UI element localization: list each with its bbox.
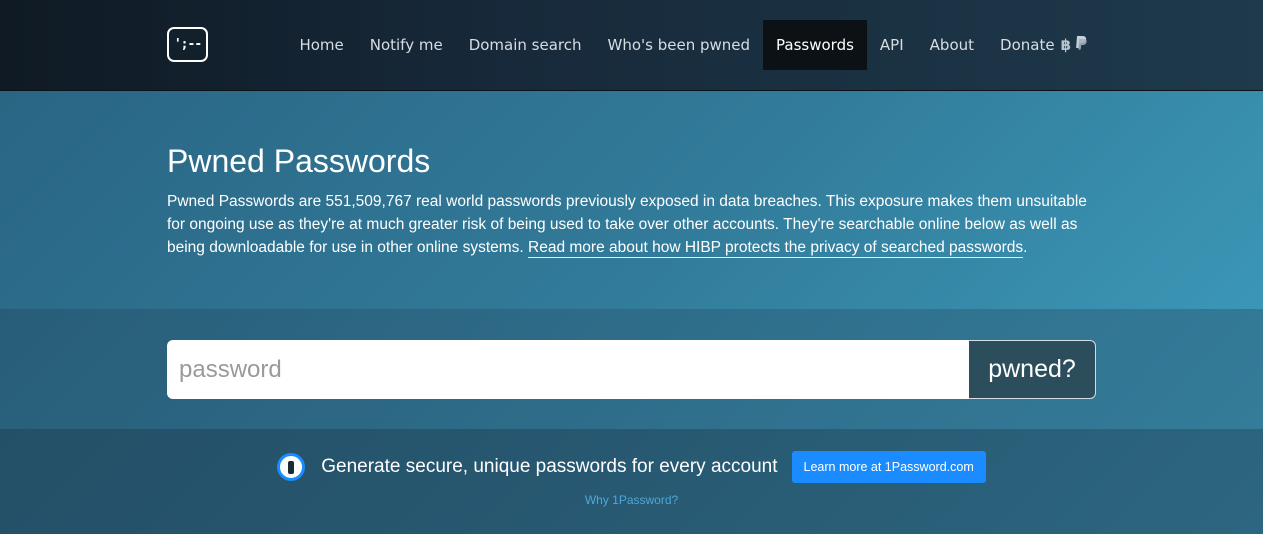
pwned-button[interactable]: pwned?	[969, 340, 1096, 399]
donate-label: Donate	[1000, 36, 1055, 54]
nav-item-passwords[interactable]: Passwords	[763, 20, 867, 70]
nav-item-domain-search[interactable]: Domain search	[456, 20, 595, 70]
why-1password-link[interactable]: Why 1Password?	[0, 493, 1263, 507]
nav-item-notify-me[interactable]: Notify me	[357, 20, 456, 70]
password-input[interactable]	[167, 340, 969, 399]
navbar: ';-- Home Notify me Domain search Who's …	[0, 0, 1263, 91]
hero-text-end: .	[1023, 239, 1028, 256]
promo-text: Generate secure, unique passwords for ev…	[321, 456, 778, 477]
main-nav: Home Notify me Domain search Who's been …	[286, 20, 1101, 70]
learn-more-1password-button[interactable]: Learn more at 1Password.com	[791, 451, 986, 483]
nav-item-about[interactable]: About	[917, 20, 987, 70]
password-search-form: pwned?	[167, 340, 1096, 399]
promo-row: Generate secure, unique passwords for ev…	[0, 450, 1263, 484]
bitcoin-icon: ฿	[1060, 36, 1071, 54]
nav-item-whos-been-pwned[interactable]: Who's been pwned	[595, 20, 764, 70]
nav-item-api[interactable]: API	[867, 20, 917, 70]
paypal-icon	[1074, 35, 1088, 55]
search-section: pwned?	[0, 309, 1263, 429]
hero-section: Pwned Passwords Pwned Passwords are 551,…	[0, 91, 1263, 309]
nav-item-donate[interactable]: Donate ฿	[987, 20, 1101, 70]
nav-item-home[interactable]: Home	[286, 20, 356, 70]
1password-icon	[277, 453, 306, 481]
page-title: Pwned Passwords	[167, 143, 431, 179]
donate-icons: ฿	[1061, 35, 1088, 55]
site-logo[interactable]: ';--	[167, 27, 208, 62]
hero-description: Pwned Passwords are 551,509,767 real wor…	[167, 190, 1097, 259]
privacy-link[interactable]: Read more about how HIBP protects the pr…	[528, 239, 1024, 258]
promo-section: Generate secure, unique passwords for ev…	[0, 429, 1263, 534]
